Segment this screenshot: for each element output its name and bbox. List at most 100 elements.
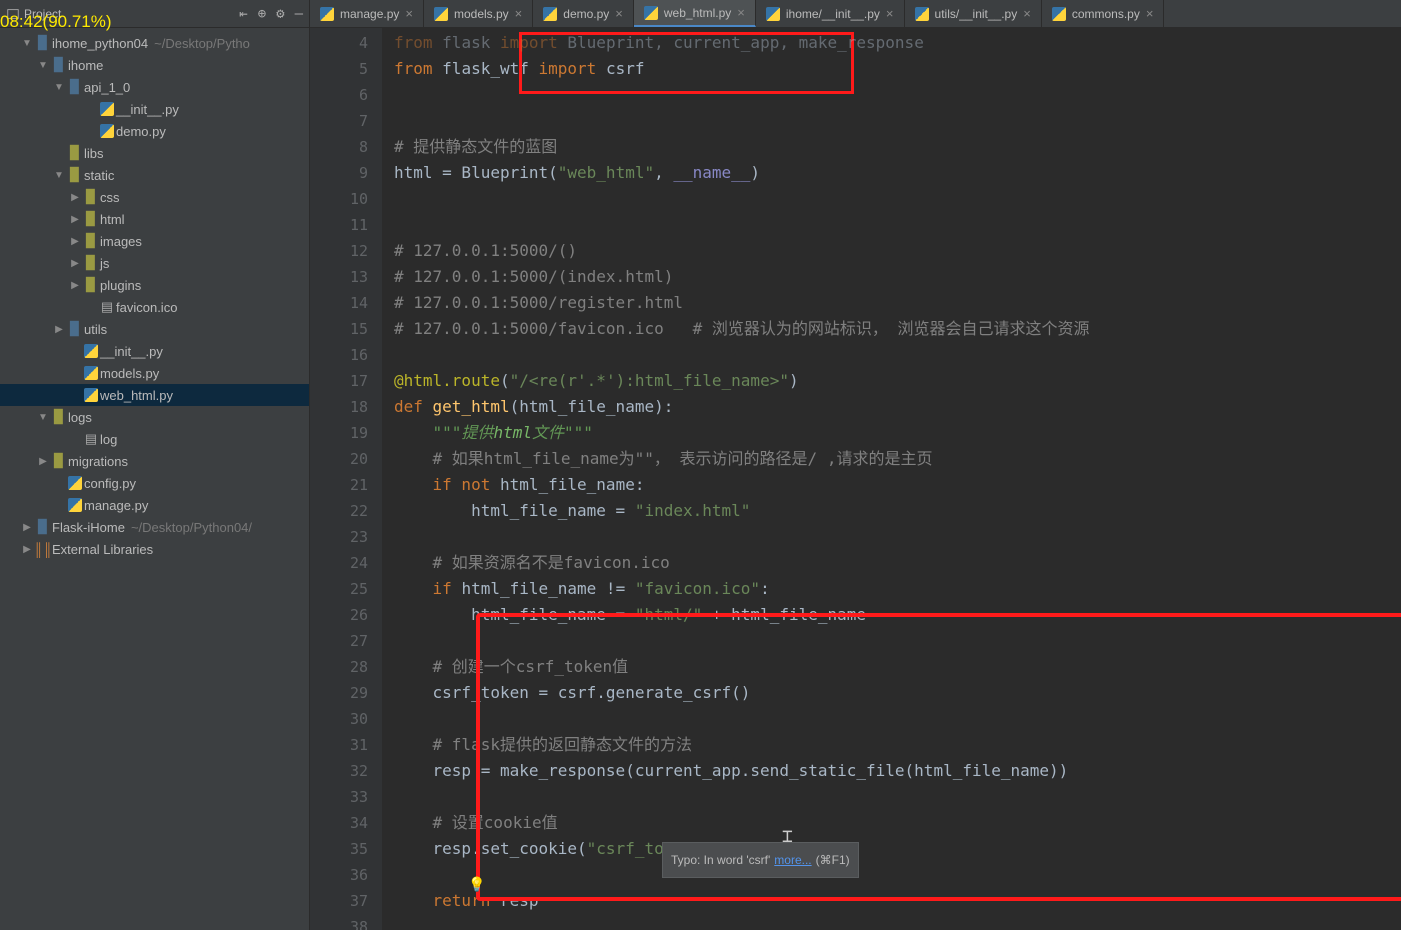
close-icon[interactable]: ×	[615, 6, 623, 21]
tree-item-images[interactable]: ▶▉images	[0, 230, 309, 252]
code-line-14[interactable]: # 127.0.0.1:5000/register.html	[394, 290, 1401, 316]
tree-item-flask-ihome[interactable]: ▶▉Flask-iHome~/Desktop/Python04/	[0, 516, 309, 538]
code-line-13[interactable]: # 127.0.0.1:5000/(index.html)	[394, 264, 1401, 290]
code-line-33[interactable]	[394, 784, 1401, 810]
tree-item-ihome[interactable]: ▼▉ihome	[0, 54, 309, 76]
py-icon	[66, 498, 84, 512]
code-line-7[interactable]	[394, 108, 1401, 134]
tree-item---init---py[interactable]: __init__.py	[0, 98, 309, 120]
tree-arrow-icon[interactable]: ▶	[36, 456, 50, 467]
tree-item-static[interactable]: ▼▉static	[0, 164, 309, 186]
tree-arrow-icon[interactable]: ▶	[68, 214, 82, 225]
tree-item-manage-py[interactable]: manage.py	[0, 494, 309, 516]
tree-item-utils[interactable]: ▶▉utils	[0, 318, 309, 340]
tab-manage-py[interactable]: manage.py×	[310, 0, 424, 27]
tree-item---init---py[interactable]: __init__.py	[0, 340, 309, 362]
code-line-12[interactable]: # 127.0.0.1:5000/()	[394, 238, 1401, 264]
code-line-18[interactable]: def get_html(html_file_name):	[394, 394, 1401, 420]
intention-bulb-icon[interactable]: 💡	[468, 872, 485, 898]
code-editor[interactable]: 4567891011121314151617181920212223242526…	[310, 28, 1401, 930]
tree-arrow-icon[interactable]: ▶	[68, 236, 82, 247]
tab-label: ihome/__init__.py	[786, 7, 880, 21]
tree-item-external-libraries[interactable]: ▶║║External Libraries	[0, 538, 309, 560]
tab-demo-py[interactable]: demo.py×	[533, 0, 634, 27]
code-line-17[interactable]: @html.route("/<re(r'.*'):html_file_name>…	[394, 368, 1401, 394]
tree-arrow-icon[interactable]: ▼	[36, 60, 50, 71]
tree-arrow-icon[interactable]: ▼	[20, 38, 34, 49]
code-line-16[interactable]	[394, 342, 1401, 368]
tree-arrow-icon[interactable]: ▼	[52, 82, 66, 93]
code-line-24[interactable]: # 如果资源名不是favicon.ico	[394, 550, 1401, 576]
tree-arrow-icon[interactable]: ▶	[52, 324, 66, 335]
close-icon[interactable]: ×	[405, 6, 413, 21]
tree-item-favicon-ico[interactable]: ▤favicon.ico	[0, 296, 309, 318]
code-line-5[interactable]: from flask_wtf import csrf	[394, 56, 1401, 82]
tree-item-libs[interactable]: ▉libs	[0, 142, 309, 164]
close-icon[interactable]: ×	[886, 6, 894, 21]
code-line-19[interactable]: """提供html文件"""	[394, 420, 1401, 446]
code-line-29[interactable]: csrf_token = csrf.generate_csrf()	[394, 680, 1401, 706]
folder-icon: ▉	[82, 233, 100, 249]
code-line-31[interactable]: # flask提供的返回静态文件的方法	[394, 732, 1401, 758]
code-line-36[interactable]	[394, 862, 1401, 888]
tree-item-plugins[interactable]: ▶▉plugins	[0, 274, 309, 296]
code-line-32[interactable]: resp = make_response(current_app.send_st…	[394, 758, 1401, 784]
close-icon[interactable]: ×	[737, 5, 745, 20]
code-line-38[interactable]	[394, 914, 1401, 930]
tree-item-models-py[interactable]: models.py	[0, 362, 309, 384]
project-tree[interactable]: ▼▉ihome_python04~/Desktop/Pytho▼▉ihome▼▉…	[0, 28, 309, 930]
code-line-35[interactable]: resp.set_cookie("csrf_token", csrf_token…	[394, 836, 1401, 862]
tree-item-config-py[interactable]: config.py	[0, 472, 309, 494]
code-line-30[interactable]	[394, 706, 1401, 732]
tab-utils---init---py[interactable]: utils/__init__.py×	[905, 0, 1042, 27]
tree-arrow-icon[interactable]: ▼	[36, 412, 50, 423]
hide-icon[interactable]: —	[295, 6, 303, 22]
target-icon[interactable]: ⊕	[258, 6, 266, 22]
tree-item-demo-py[interactable]: demo.py	[0, 120, 309, 142]
code-line-15[interactable]: # 127.0.0.1:5000/favicon.ico # 浏览器认为的网站标…	[394, 316, 1401, 342]
tab-ihome---init---py[interactable]: ihome/__init__.py ×	[756, 0, 905, 27]
code-line-25[interactable]: if html_file_name != "favicon.ico":	[394, 576, 1401, 602]
code-line-9[interactable]: html = Blueprint("web_html", __name__)	[394, 160, 1401, 186]
tree-arrow-icon[interactable]: ▶	[68, 192, 82, 203]
tree-item-logs[interactable]: ▼▉logs	[0, 406, 309, 428]
close-icon[interactable]: ×	[1146, 6, 1154, 21]
collapse-icon[interactable]: ⇤	[239, 6, 247, 22]
code-line-23[interactable]	[394, 524, 1401, 550]
code-line-37[interactable]: return resp	[394, 888, 1401, 914]
tree-item-css[interactable]: ▶▉css	[0, 186, 309, 208]
code-line-26[interactable]: html_file_name = "html/" + html_file_nam…	[394, 602, 1401, 628]
tab-models-py[interactable]: models.py ×	[424, 0, 533, 27]
code-line-10[interactable]	[394, 186, 1401, 212]
tree-item-migrations[interactable]: ▶▉migrations	[0, 450, 309, 472]
code-line-27[interactable]	[394, 628, 1401, 654]
code-line-34[interactable]: # 设置cookie值	[394, 810, 1401, 836]
code-line-28[interactable]: # 创建一个csrf_token值	[394, 654, 1401, 680]
tree-item-log[interactable]: ▤log	[0, 428, 309, 450]
code-area[interactable]: 💡 ⌶ Typo: In word 'csrf' more... (⌘F1) f…	[382, 28, 1401, 930]
code-line-8[interactable]: # 提供静态文件的蓝图	[394, 134, 1401, 160]
code-line-6[interactable]	[394, 82, 1401, 108]
tree-item-web-html-py[interactable]: web_html.py	[0, 384, 309, 406]
tree-arrow-icon[interactable]: ▼	[52, 170, 66, 181]
code-line-21[interactable]: if not html_file_name:	[394, 472, 1401, 498]
code-line-22[interactable]: html_file_name = "index.html"	[394, 498, 1401, 524]
tree-arrow-icon[interactable]: ▶	[20, 522, 34, 533]
tree-arrow-icon[interactable]: ▶	[20, 544, 34, 555]
tab-web-html-py[interactable]: web_html.py×	[634, 0, 756, 27]
code-line-20[interactable]: # 如果html_file_name为""， 表示访问的路径是/ ,请求的是主页	[394, 446, 1401, 472]
code-line-11[interactable]	[394, 212, 1401, 238]
tree-item-html[interactable]: ▶▉html	[0, 208, 309, 230]
tree-item-ihome-python04[interactable]: ▼▉ihome_python04~/Desktop/Pytho	[0, 32, 309, 54]
tree-arrow-icon[interactable]: ▶	[68, 258, 82, 269]
tree-item-api-1-0[interactable]: ▼▉api_1_0	[0, 76, 309, 98]
tree-arrow-icon[interactable]: ▶	[68, 280, 82, 291]
tab-label: models.py	[454, 7, 509, 21]
tooltip-more-link[interactable]: more...	[774, 847, 811, 873]
close-icon[interactable]: ×	[1023, 6, 1031, 21]
tab-commons-py[interactable]: commons.py×	[1042, 0, 1165, 27]
close-icon[interactable]: ×	[515, 6, 523, 21]
gear-icon[interactable]: ⚙	[276, 6, 284, 22]
code-line-4[interactable]: from flask import Blueprint, current_app…	[394, 30, 1401, 56]
tree-item-js[interactable]: ▶▉js	[0, 252, 309, 274]
